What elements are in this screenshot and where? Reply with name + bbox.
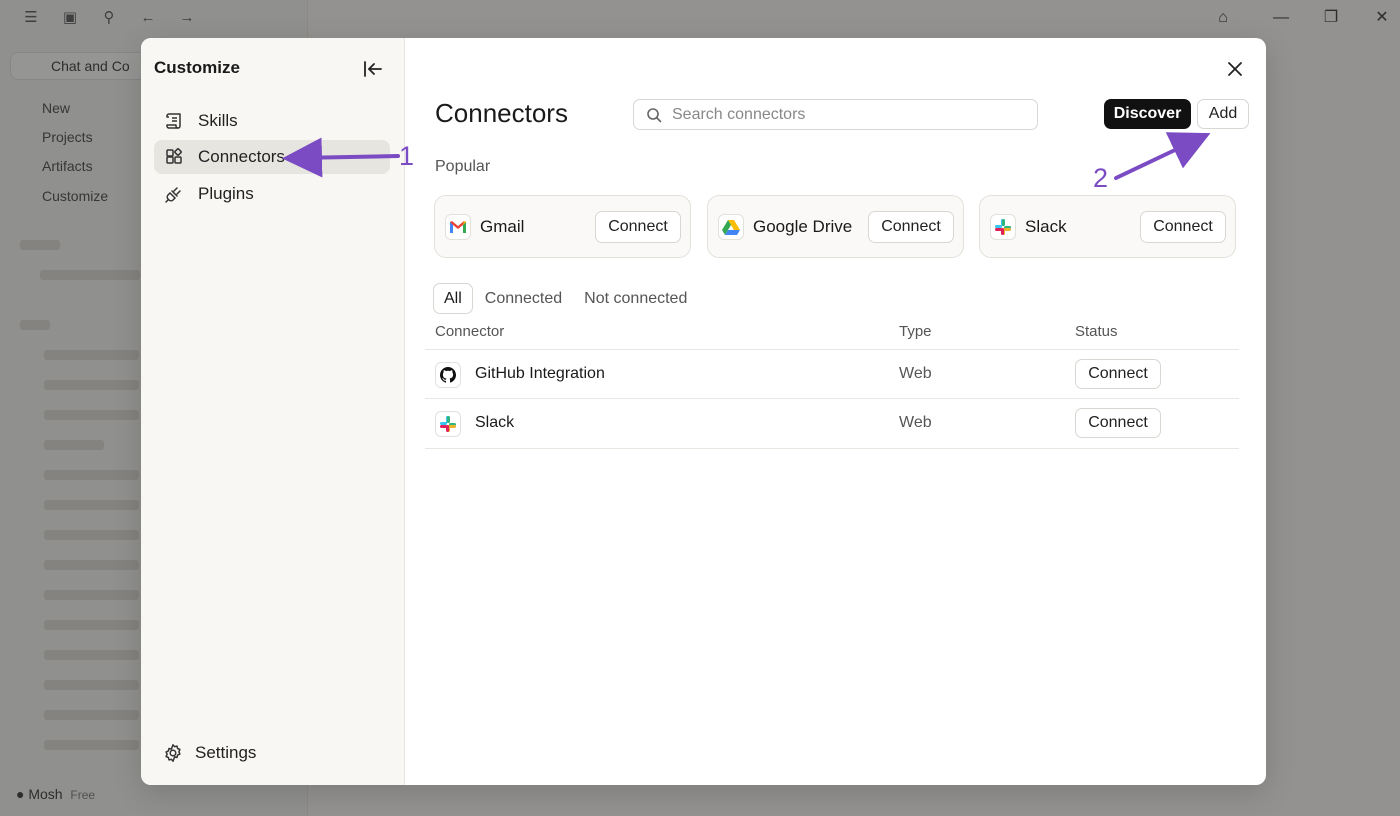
sidebar-title: Customize [154, 58, 240, 77]
column-header-status: Status [1075, 323, 1118, 340]
tab-all[interactable]: All [433, 283, 473, 314]
sidebar-item-label: Connectors [198, 147, 285, 166]
column-header-type: Type [899, 323, 932, 340]
popular-card-gmail: Gmail Connect [434, 195, 691, 258]
popular-card-name: Slack [1025, 217, 1067, 236]
annotation-marker-1: 1 [399, 141, 415, 171]
search-field[interactable] [633, 99, 1038, 130]
popular-section-label: Popular [435, 158, 491, 175]
popular-card-name: Gmail [480, 217, 525, 236]
connector-type: Web [899, 414, 932, 431]
sidebar-item-plugins[interactable]: Plugins [154, 177, 390, 211]
collapse-sidebar-button[interactable] [361, 58, 385, 80]
discover-button[interactable]: Discover [1104, 99, 1191, 129]
connector-type: Web [899, 365, 932, 382]
customize-dialog: Customize Skills Connectors Plugins Sett… [141, 38, 1266, 785]
table-header: Connector Type Status [435, 321, 1239, 349]
scroll-icon [164, 111, 184, 131]
settings-button[interactable]: Settings [163, 743, 256, 763]
sidebar-item-skills[interactable]: Skills [154, 104, 390, 138]
popular-card-google-drive: Google Drive Connect [707, 195, 964, 258]
close-dialog-button[interactable] [1223, 57, 1247, 81]
connect-slack-row-button[interactable]: Connect [1075, 408, 1161, 438]
github-icon [435, 362, 461, 388]
connect-gmail-button[interactable]: Connect [595, 211, 681, 243]
sidebar-item-label: Plugins [198, 184, 254, 203]
sidebar-item-label: Skills [198, 111, 238, 130]
slack-icon [435, 411, 461, 437]
gmail-icon [445, 214, 471, 240]
gear-icon [163, 743, 183, 763]
tab-not-connected[interactable]: Not connected [574, 283, 697, 314]
table-row: Slack Web Connect [425, 398, 1239, 447]
table-bottom-divider [425, 448, 1239, 449]
close-icon [1228, 62, 1242, 76]
column-header-connector: Connector [435, 323, 505, 340]
connect-slack-button[interactable]: Connect [1140, 211, 1226, 243]
connector-name: Slack [475, 414, 515, 431]
slack-icon [990, 214, 1016, 240]
customize-sidebar: Customize Skills Connectors Plugins Sett… [141, 38, 405, 785]
google-drive-icon [718, 214, 744, 240]
settings-label: Settings [195, 743, 257, 762]
connect-google-drive-button[interactable]: Connect [868, 211, 954, 243]
collapse-left-icon [364, 61, 382, 77]
connector-filter-tabs: All Connected Not connected [433, 283, 699, 314]
annotation-marker-2: 2 [1093, 163, 1109, 193]
sidebar-item-connectors[interactable]: Connectors [154, 140, 390, 174]
add-button[interactable]: Add [1197, 99, 1249, 129]
plug-icon [164, 184, 184, 204]
table-row: GitHub Integration Web Connect [425, 349, 1239, 398]
tab-connected[interactable]: Connected [475, 283, 572, 314]
search-input[interactable] [672, 105, 1012, 124]
search-icon [647, 107, 662, 122]
connect-github-button[interactable]: Connect [1075, 359, 1161, 389]
popular-card-name: Google Drive [753, 217, 853, 236]
connector-name: GitHub Integration [475, 365, 605, 382]
connectors-grid-icon [164, 147, 184, 167]
page-title: Connectors [435, 98, 568, 128]
popular-card-slack: Slack Connect [979, 195, 1236, 258]
